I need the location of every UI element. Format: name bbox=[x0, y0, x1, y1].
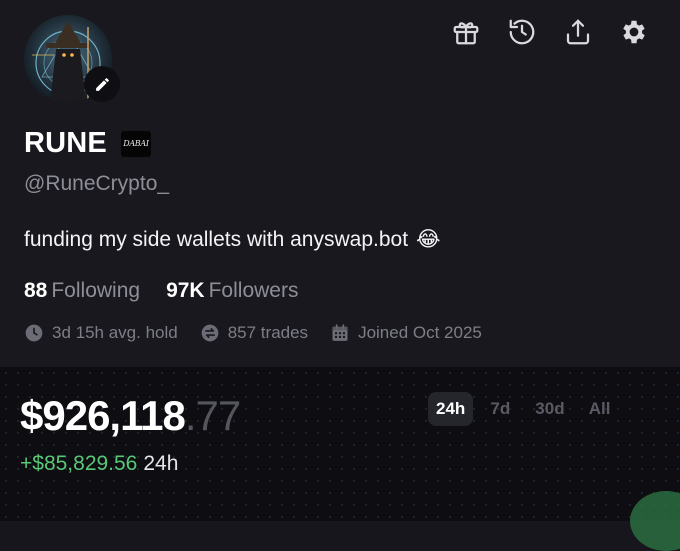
header-actions bbox=[448, 14, 652, 50]
following-label: Following bbox=[51, 279, 141, 302]
history-button[interactable] bbox=[504, 14, 540, 50]
follow-stats: 88 Following 97K Followers bbox=[24, 279, 298, 303]
trade-count: 857 trades bbox=[200, 323, 308, 343]
bio-text: funding my side wallets with anyswap.bot bbox=[24, 227, 409, 251]
avg-hold: 3d 15h avg. hold bbox=[24, 323, 178, 343]
following-count: 88 bbox=[24, 279, 48, 302]
portfolio-panel bbox=[0, 367, 680, 521]
share-button[interactable] bbox=[560, 14, 596, 50]
range-tab-30d[interactable]: 30d bbox=[527, 392, 572, 426]
balance-cents: .77 bbox=[184, 392, 241, 439]
followers-label: Followers bbox=[208, 279, 299, 302]
name-row: RUNE DABAI bbox=[24, 127, 151, 160]
pnl-value: +$85,829.56 bbox=[20, 452, 138, 475]
bio: funding my side wallets with anyswap.bot… bbox=[24, 227, 441, 252]
range-tab-24h[interactable]: 24h bbox=[428, 392, 474, 426]
balance-main: $926,118 bbox=[20, 392, 186, 439]
trade-count-text: 857 trades bbox=[227, 323, 309, 342]
display-name: RUNE bbox=[24, 127, 107, 159]
clock-icon bbox=[25, 324, 43, 342]
gift-icon bbox=[453, 22, 479, 45]
edit-profile-button[interactable] bbox=[84, 66, 120, 102]
user-handle: @RuneCrypto_ bbox=[24, 172, 170, 195]
settings-button[interactable] bbox=[616, 14, 652, 50]
joined-date-text: Joined Oct 2025 bbox=[358, 323, 482, 342]
swap-icon bbox=[201, 324, 219, 342]
followers-link[interactable]: 97K Followers bbox=[166, 279, 298, 303]
settings-icon bbox=[623, 20, 645, 44]
range-tab-all[interactable]: All bbox=[579, 392, 621, 426]
history-icon bbox=[509, 19, 535, 45]
pnl-change: +$85,829.56 24h bbox=[20, 452, 178, 476]
portfolio-balance: $926,118.77 bbox=[20, 392, 241, 440]
calendar-icon bbox=[332, 324, 348, 341]
time-range-tabs: 24h 7d 30d All bbox=[428, 392, 621, 426]
dabai-badge-icon: DABAI bbox=[120, 130, 151, 157]
pnl-period: 24h bbox=[143, 452, 179, 475]
profile-meta: 3d 15h avg. hold 857 trades Joined Oct 2… bbox=[24, 323, 482, 343]
avg-hold-text: 3d 15h avg. hold bbox=[52, 323, 178, 342]
gift-button[interactable] bbox=[448, 14, 484, 50]
followers-count: 97K bbox=[166, 279, 205, 302]
range-tab-7d[interactable]: 7d bbox=[479, 392, 521, 426]
pencil-icon bbox=[95, 77, 109, 91]
bio-emoji: 😂 bbox=[416, 228, 441, 251]
following-link[interactable]: 88 Following bbox=[24, 279, 140, 303]
share-icon bbox=[566, 19, 590, 45]
joined-date: Joined Oct 2025 bbox=[330, 323, 482, 343]
